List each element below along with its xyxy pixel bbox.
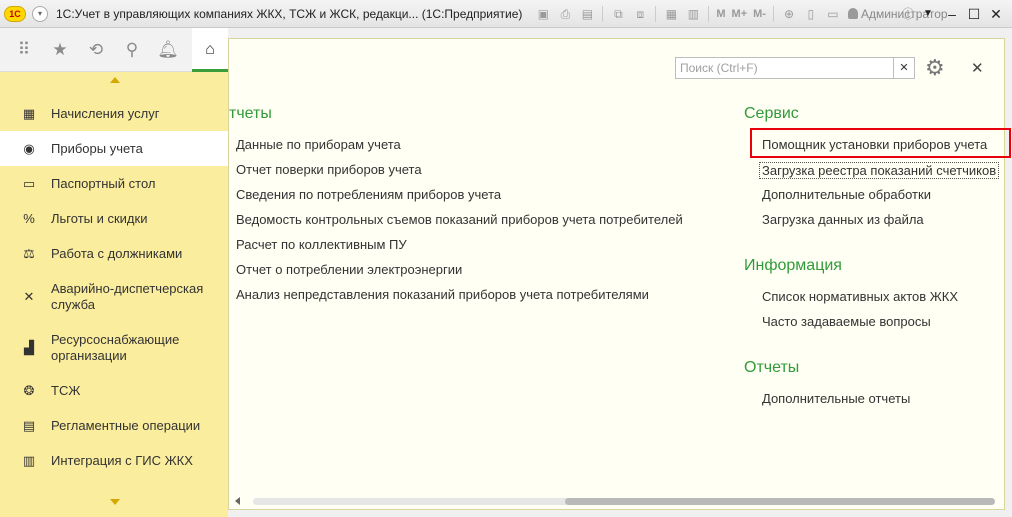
print-icon[interactable]: ⎙ [556,6,574,22]
toolbar-divider [708,5,710,22]
gear-icon[interactable]: ⚙ [925,55,945,81]
scroll-up-icon[interactable] [110,77,120,83]
notifications-icon[interactable]: 🔔︎ [150,32,186,68]
main-panel: Поиск (Ctrl+F) ✕ ⚙ ✕ тчеты Данные по при… [228,38,1011,510]
sidebar-item[interactable]: ◉ Приборы учета [0,131,228,166]
info-title: Информация [744,257,842,274]
toolbar-divider [602,5,604,22]
reports-link[interactable]: Сведения по потреблениям приборов учета [236,187,501,202]
maximize-button[interactable]: ☐ [964,4,984,24]
info-link[interactable]: Список нормативных актов ЖКХ [762,289,958,304]
zoom-icon[interactable]: ⊕ [780,6,798,22]
search-clear-button[interactable]: ✕ [893,57,915,79]
dropdown-icon[interactable]: ▼ [918,4,938,24]
building-icon: ▥ [22,452,36,468]
app-logo: 1С [4,5,26,22]
service-link[interactable]: Загрузка данных из файла [762,212,924,227]
percent-icon: % [23,211,35,226]
sidebar-item[interactable]: ▦ Начисления услуг [0,96,228,131]
title-toolbar: ▣ ⎙ ▤ ⧉ ⧈ ▦ ▥ M M+ M- ⊕ ▯ ▭ Администрато… [532,5,948,22]
panel-toolbar: ⠿ ★ ⟲ ⚲ 🔔︎ ⌂ [0,28,228,72]
save-icon[interactable]: ▣ [534,6,552,22]
sidebar-item[interactable]: ▥ Интеграция с ГИС ЖКХ [0,443,228,478]
calendar-icon[interactable]: ▥ [684,6,702,22]
title-bar: 1С ▾ 1С:Учет в управляющих компаниях ЖКХ… [0,0,1012,28]
horizontal-scrollbar[interactable] [229,493,1004,509]
memory-add-button[interactable]: M+ [732,8,748,20]
operations-icon: ▤ [22,417,36,433]
extra-reports-title: Отчеты [744,359,800,376]
copy-icon[interactable]: ⧈ [631,6,649,22]
passport-icon: ▭ [22,175,36,191]
scroll-track[interactable] [253,498,995,505]
sidebar-item-label: Приборы учета [51,140,143,156]
sidebar-item-label: Аварийно-диспетчерская служба [51,280,204,312]
close-window-button[interactable]: ✕ [986,4,1006,24]
favorites-icon[interactable]: ★ [42,32,78,68]
home-icon[interactable]: ⌂ [192,28,228,72]
window-icon[interactable]: ▭ [824,6,842,22]
apps-grid-icon[interactable]: ⠿ [6,32,42,68]
meter-icon: ◉ [23,140,35,156]
memory-button[interactable]: M [716,8,725,20]
memory-subtract-button[interactable]: M- [753,8,766,20]
minimize-button[interactable]: – [942,4,962,24]
panel-icon[interactable]: ▯ [802,6,820,22]
reports-link[interactable]: Отчет поверки приборов учета [236,162,422,177]
calculator-icon: ▦ [22,105,36,121]
info-link[interactable]: Часто задаваемые вопросы [762,314,931,329]
sidebar-item[interactable]: ▭ Паспортный стол [0,166,228,201]
link-icon[interactable]: ⧉ [609,6,627,22]
highlight-frame [750,128,1011,158]
reports-link[interactable]: Ведомость контрольных съемов показаний п… [236,212,683,227]
info-icon[interactable]: ⓘ [898,4,918,24]
toolbar-divider [772,5,774,22]
service-link[interactable]: Дополнительные обработки [762,187,931,202]
window-title: 1С:Учет в управляющих компаниях ЖКХ, ТСЖ… [56,6,523,21]
sidebar-item[interactable]: ❂ ТСЖ [0,373,228,408]
reports-link[interactable]: Данные по приборам учета [236,137,401,152]
sidebar-item-label: Паспортный стол [51,175,156,191]
sidebar-item-label: Ресурсоснабжающие организации [51,331,180,363]
gavel-icon: ⚖ [23,245,35,261]
sidebar-item[interactable]: ▟ Ресурсоснабжающие организации [0,322,228,373]
scroll-down-icon[interactable] [110,499,120,505]
service-link[interactable]: Загрузка реестра показаний счетчиков [759,162,1000,179]
sections-panel: ▦ Начисления услуг ◉ Приборы учета ▭ Паспортн… [0,72,228,517]
history-icon[interactable]: ⟲ [78,32,114,68]
sidebar-item-label: ТСЖ [51,382,81,398]
preview-icon[interactable]: ▤ [578,6,596,22]
extra_reports-link[interactable]: Дополнительные отчеты [762,391,910,406]
service-title: Сервис [744,105,799,122]
sidebar-item-label: Интеграция с ГИС ЖКХ [51,452,193,468]
search-icon[interactable]: ⚲ [114,32,150,68]
main-menu-button[interactable]: ▾ [32,5,48,22]
sidebar-item[interactable]: ✕ Аварийно-диспетчерская служба [0,271,228,322]
sidebar-item-label: Льготы и скидки [51,210,148,226]
tools-icon: ✕ [23,288,35,304]
reports-link[interactable]: Анализ непредставления показаний приборо… [236,287,649,302]
sidebar-item[interactable]: ▤ Регламентные операции [0,408,228,443]
scroll-thumb[interactable] [565,498,995,505]
resource-icon: ▟ [24,339,34,355]
sidebar-item-label: Регламентные операции [51,417,201,433]
search-input[interactable]: Поиск (Ctrl+F) [675,57,895,79]
sidebar-item[interactable]: ⚖ Работа с должниками [0,236,228,271]
sidebar-item[interactable]: % Льготы и скидки [0,201,228,236]
reports-link[interactable]: Расчет по коллективным ПУ [236,237,407,252]
sidebar-item-label: Работа с должниками [51,245,183,261]
spreadsheet-icon[interactable]: ▦ [662,6,680,22]
scroll-left-icon[interactable] [235,497,240,505]
reports-title: тчеты [229,105,272,122]
user-icon [847,8,858,19]
sidebar-item-label: Начисления услуг [51,105,160,121]
people-icon: ❂ [23,382,35,398]
sections-list: ▦ Начисления услуг ◉ Приборы учета ▭ Паспортн… [0,96,228,478]
close-icon[interactable]: ✕ [971,59,984,77]
reports-link[interactable]: Отчет о потреблении электроэнергии [236,262,462,277]
toolbar-divider [655,5,657,22]
